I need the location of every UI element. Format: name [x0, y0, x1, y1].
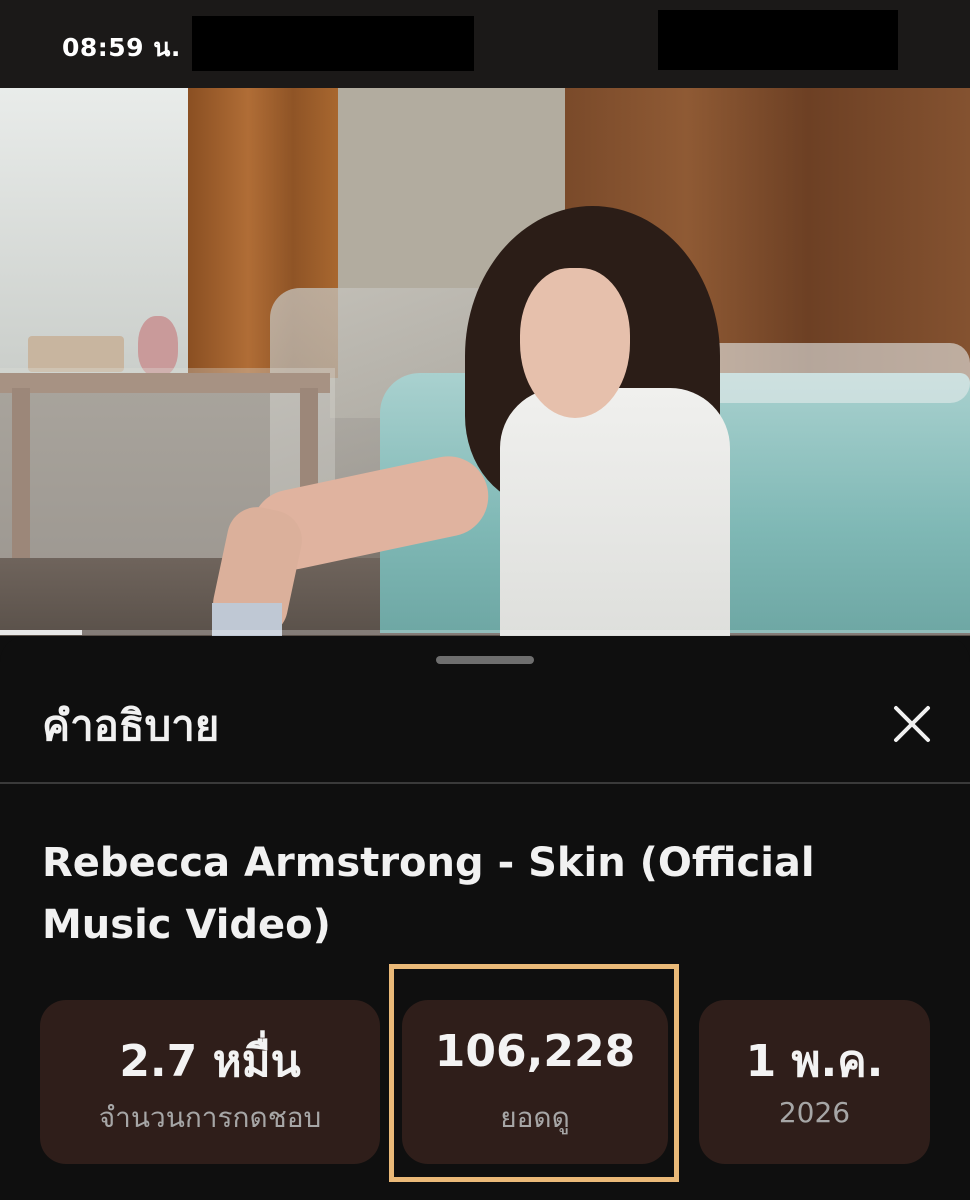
video-player[interactable]: [0, 88, 970, 636]
sheet-title: คำอธิบาย: [42, 701, 220, 750]
status-time: 08:59 น.: [62, 33, 181, 62]
status-bar: 08:59 น.: [0, 0, 970, 88]
likes-label: จำนวนการกดชอบ: [98, 1101, 322, 1134]
video-title: Rebecca Armstrong - Skin (Official Music…: [42, 840, 815, 948]
views-highlight-box: [389, 964, 679, 1182]
redaction-block: [658, 10, 898, 70]
date-stat-card: 1 พ.ค. 2026: [699, 1000, 930, 1164]
video-progress-fill: [0, 630, 83, 635]
video-frame-books: [28, 336, 124, 372]
likes-count: 2.7 หมื่น: [119, 1036, 301, 1087]
video-frame-sofa-plastic: [690, 343, 970, 403]
close-icon: [894, 706, 930, 742]
video-progress-bar[interactable]: [0, 630, 970, 635]
video-frame-person-sweater: [500, 388, 730, 636]
close-button[interactable]: [884, 696, 940, 752]
video-frame-person-face: [520, 268, 630, 418]
divider: [0, 782, 970, 784]
upload-date: 1 พ.ค.: [745, 1036, 884, 1087]
likes-stat-card: 2.7 หมื่น จำนวนการกดชอบ: [40, 1000, 380, 1164]
redaction-block: [192, 16, 474, 71]
video-frame-vase: [138, 316, 178, 376]
upload-year: 2026: [778, 1096, 851, 1129]
drag-handle[interactable]: [436, 656, 534, 664]
